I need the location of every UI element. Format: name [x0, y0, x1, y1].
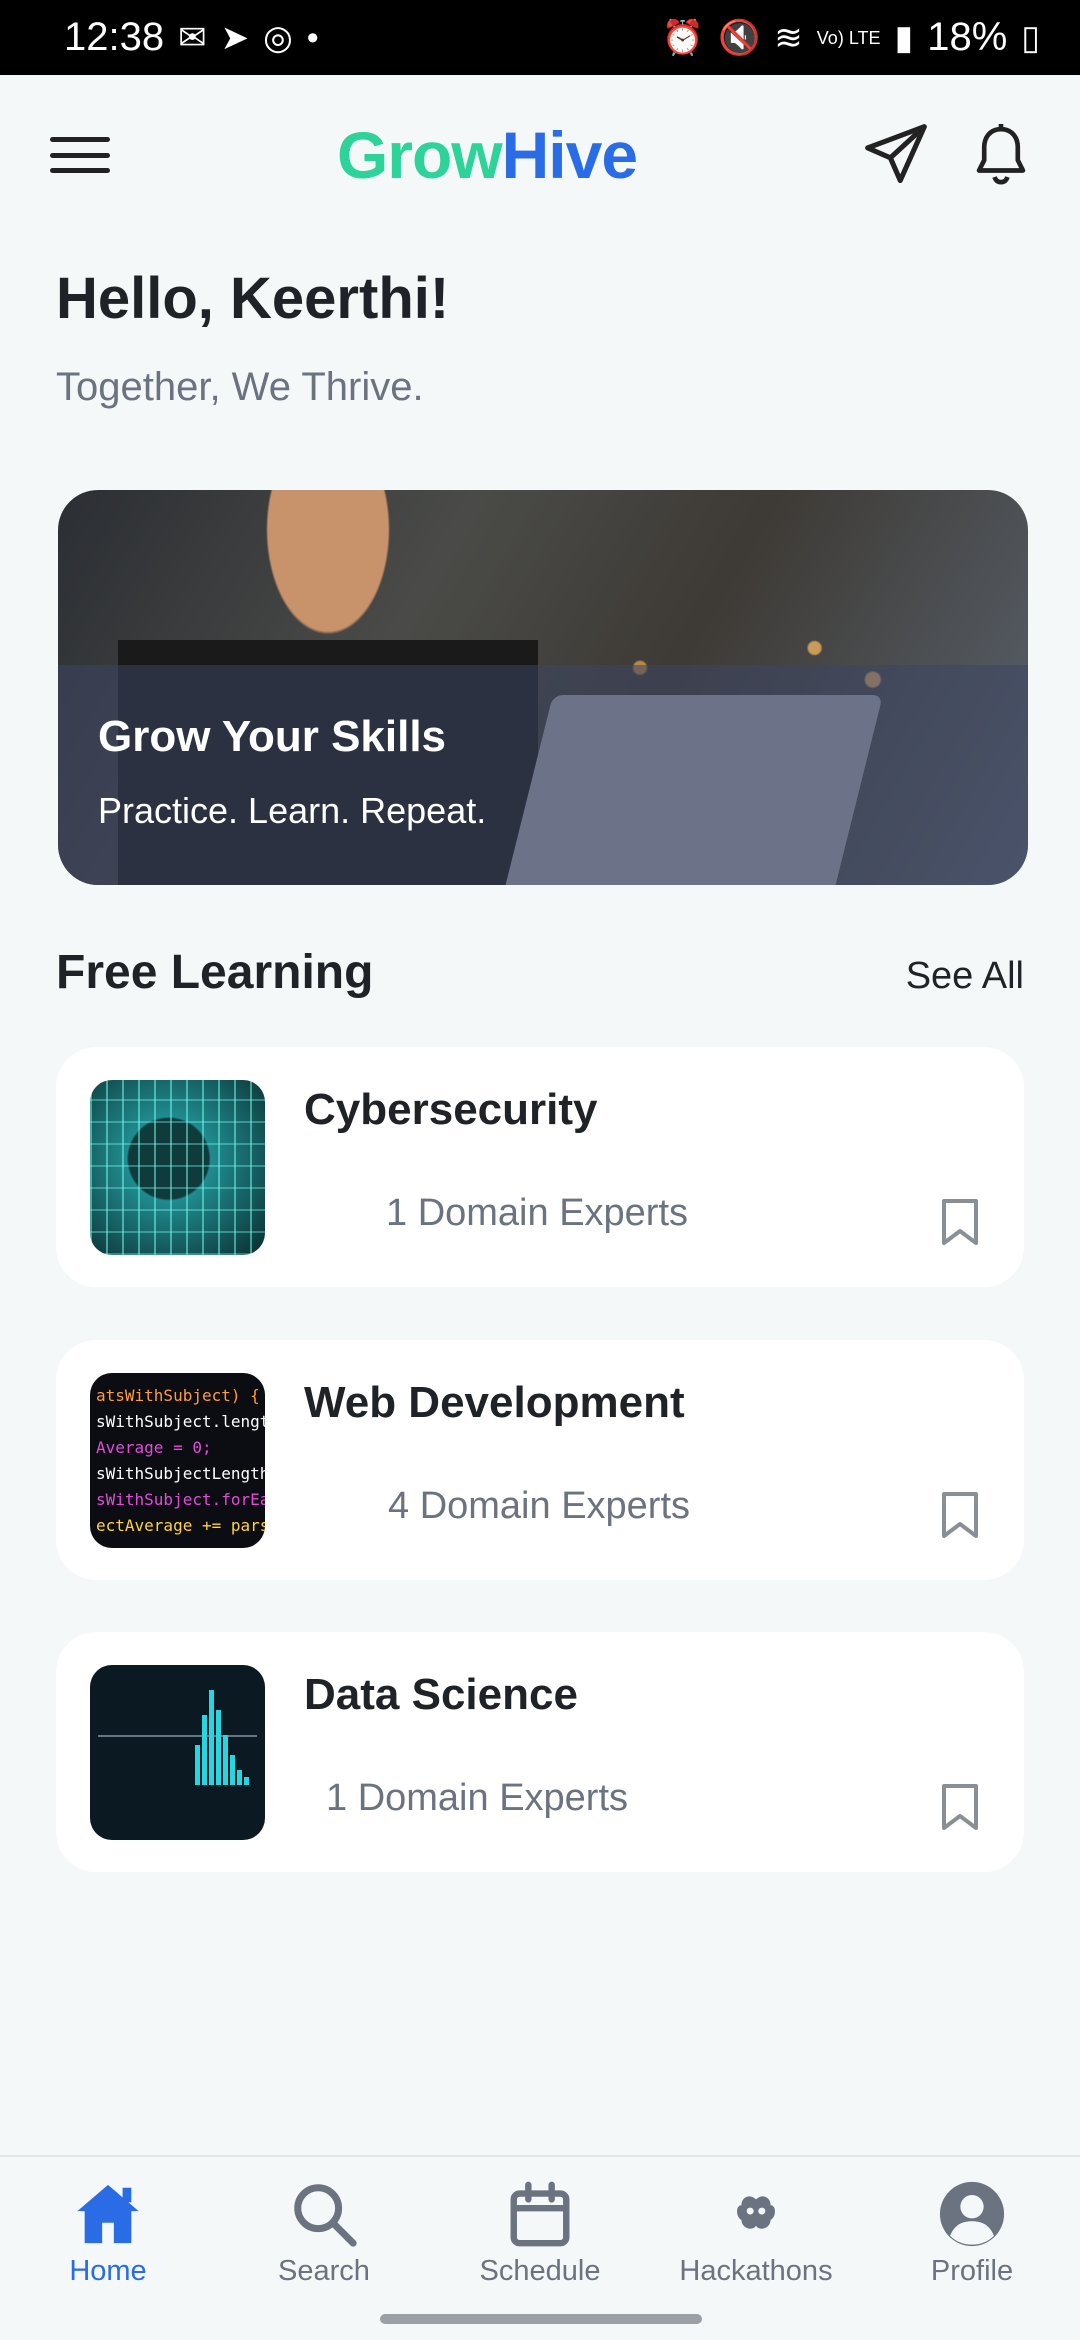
nav-home[interactable]: Home: [8, 2179, 208, 2288]
web-development-thumbnail: atsWithSubject) { sWithSubject.length > …: [90, 1373, 265, 1548]
nav-label: Hackathons: [679, 2255, 833, 2287]
nav-label: Profile: [930, 2255, 1014, 2287]
code-line: sWithSubject.length > 0) {: [96, 1412, 265, 1431]
status-right: ⏰ 🔇 ≋ Vo) LTE ▮ 18% ▯: [662, 15, 1040, 60]
nav-label: Search: [278, 2255, 370, 2287]
code-line: sWithSubjectLength = datas: [96, 1464, 265, 1483]
telegram-icon: ➤: [220, 18, 250, 57]
greeting-tagline: Together, We Thrive.: [56, 365, 424, 409]
nav-label: Home: [69, 2255, 147, 2287]
header-actions: [862, 121, 1032, 189]
nav-search[interactable]: Search: [224, 2179, 424, 2288]
cybersecurity-thumbnail: [90, 1080, 265, 1255]
battery-icon: ▯: [1021, 18, 1040, 57]
histogram-bar-decor: [230, 1755, 235, 1785]
histogram-bar-decor: [244, 1777, 249, 1785]
send-icon[interactable]: [862, 121, 930, 189]
bottom-navigation: Home Search Schedule Hackathons Profile: [0, 2155, 1080, 2340]
notification-dot-icon: •: [306, 18, 319, 57]
free-learning-title: Free Learning: [56, 946, 374, 999]
data-science-thumbnail: [90, 1665, 265, 1840]
histogram-bar-decor: [202, 1715, 207, 1785]
course-title: Web Development: [304, 1378, 685, 1427]
status-time: 12:38: [64, 15, 165, 59]
search-icon: [294, 2184, 357, 2247]
histogram-bar-decor: [237, 1770, 242, 1785]
code-line: ectAverage += parseFloat(: [96, 1516, 265, 1535]
signal-icon: ▮: [894, 18, 914, 57]
course-experts: 4 Domain Experts: [388, 1485, 691, 1527]
bookmark-icon[interactable]: [940, 1490, 980, 1540]
code-line: Average = 0;: [96, 1438, 212, 1457]
alarm-icon: ⏰: [661, 18, 704, 57]
course-card-web-development[interactable]: atsWithSubject) { sWithSubject.length > …: [56, 1340, 1024, 1580]
menu-icon[interactable]: [48, 131, 112, 179]
histogram-bar-decor: [209, 1690, 214, 1785]
status-bar: 12:38 ✉ ➤ ◎ • ⏰ 🔇 ≋ Vo) LTE ▮ 18% ▯: [0, 0, 1080, 75]
nav-profile[interactable]: Profile: [872, 2179, 1072, 2288]
histogram-bar-decor: [223, 1735, 228, 1785]
battery-level: 18%: [927, 15, 1008, 59]
home-icon: [77, 2184, 139, 2244]
course-card-data-science[interactable]: Data Science 1 Domain Experts: [56, 1632, 1024, 1872]
profile-icon: [939, 2181, 1005, 2247]
gmail-icon: ✉: [178, 18, 207, 57]
wifi-icon: ≋: [774, 18, 803, 57]
histogram-bar-decor: [195, 1745, 200, 1785]
volte-icon: Vo) LTE: [816, 27, 881, 48]
nav-label: Schedule: [479, 2255, 601, 2287]
brand-logo: GrowHive: [336, 117, 638, 193]
bookmark-icon[interactable]: [940, 1197, 980, 1247]
histogram-bar-decor: [216, 1710, 221, 1785]
code-line: atsWithSubject) {: [96, 1386, 260, 1405]
brand-hive: Hive: [501, 118, 638, 192]
greeting-title: Hello, Keerthi!: [56, 266, 450, 331]
bookmark-icon[interactable]: [940, 1782, 980, 1832]
calendar-icon: [510, 2181, 570, 2247]
hero-overlay: [58, 665, 1028, 885]
see-all-link[interactable]: See All: [906, 955, 1024, 998]
course-card-cybersecurity[interactable]: Cybersecurity 1 Domain Experts: [56, 1047, 1024, 1287]
whatsapp-icon: ◎: [263, 18, 293, 57]
hackathon-icon: [737, 2196, 775, 2229]
bell-icon[interactable]: [970, 121, 1032, 189]
hero-banner[interactable]: Grow Your Skills Practice. Learn. Repeat…: [58, 490, 1028, 885]
brand-grow: Grow: [336, 118, 503, 192]
status-left: 12:38 ✉ ➤ ◎ •: [64, 15, 319, 60]
hero-subtitle: Practice. Learn. Repeat.: [98, 790, 487, 831]
mute-icon: 🔇: [717, 18, 761, 57]
course-title: Cybersecurity: [304, 1085, 598, 1134]
nav-hackathons[interactable]: Hackathons: [656, 2179, 856, 2288]
course-experts: 1 Domain Experts: [326, 1777, 629, 1819]
chart-line-decor: [98, 1735, 257, 1737]
course-title: Data Science: [304, 1670, 578, 1719]
home-indicator[interactable]: [380, 2314, 702, 2324]
nav-schedule[interactable]: Schedule: [440, 2179, 640, 2288]
course-experts: 1 Domain Experts: [386, 1192, 689, 1234]
hero-title: Grow Your Skills: [98, 712, 447, 761]
app-header: GrowHive: [0, 75, 1080, 235]
code-line: sWithSubject.forEach((data: [96, 1490, 265, 1509]
